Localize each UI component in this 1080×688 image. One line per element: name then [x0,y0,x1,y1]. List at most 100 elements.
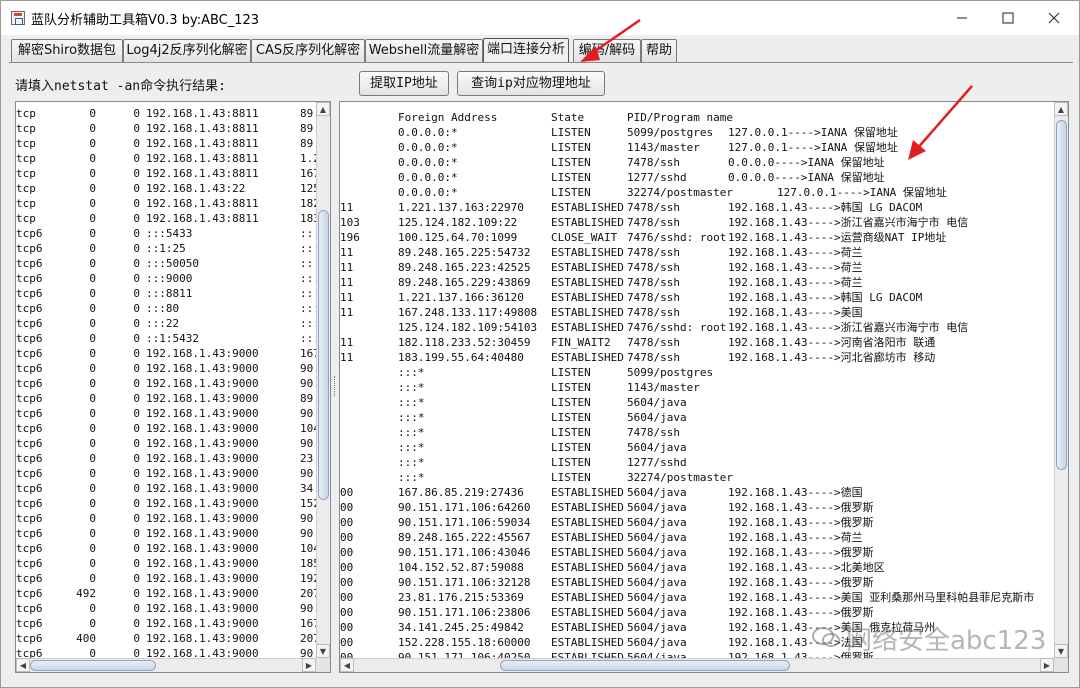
scroll-down-icon[interactable]: ▼ [316,644,330,658]
connection-row: 11 183.199.55.64:40480 ESTABLISHED 7478/ssh… [340,350,1054,365]
foreign-address-cell: :::* [398,381,425,394]
sendq-cell: 0 [133,452,140,465]
sendq-cell: 0 [133,317,140,330]
netstat-line: tcp600192.168.1.43:9000167 [16,616,316,631]
location-result-cell: 192.168.1.43---->荷兰 [728,531,863,544]
pid-program-cell: 5604/java [627,516,687,529]
foreign-address-cell: :::* [398,366,425,379]
query-ip-location-button[interactable]: 查询ip对应物理地址 [457,71,605,96]
state-cell: ESTABLISHED [551,591,624,604]
tab-webshell-decrypt[interactable]: Webshell流量解密 [365,39,483,63]
sendq-cell: 0 [133,137,140,150]
netstat-line: tcp600:::8811::: [16,286,316,301]
location-result-cell: 192.168.1.43---->法国 [728,636,863,649]
netstat-line: tcp600:::22::: [16,316,316,331]
state-cell: ESTABLISHED [551,576,624,589]
sendq-cell: 0 [133,467,140,480]
state-cell: LISTEN [551,141,591,154]
netstat-line: tcp600:::9000::: [16,271,316,286]
foreign-address-cell: 90.151.171.106:32128 [398,576,531,589]
sendq-cell: 0 [133,182,140,195]
divider-grip-icon[interactable] [334,376,336,396]
netstat-line: tcp600192.168.1.43:9000192 [16,571,316,586]
foreign-address-cell: 23.81.176.215:53369 [398,591,524,604]
pid-program-cell: 5099/postgres [627,126,714,139]
tab-encode-decode[interactable]: 编码/解码 [573,39,641,63]
location-result-cell: 192.168.1.43---->俄罗斯 [728,516,874,529]
state-cell: LISTEN [551,471,591,484]
scroll-thumb[interactable] [500,660,790,671]
state-cell: LISTEN [551,396,591,409]
local-address-cell: 192.168.1.43:9000 [146,422,259,435]
state-cell: ESTABLISHED [551,546,624,559]
foreign-address-cell: 100.125.64.70:1099 [398,231,518,244]
pid-program-cell: 5604/java [627,531,687,544]
right-horizontal-scrollbar[interactable]: ◀ ▶ [340,658,1054,672]
netstat-line: tcp600:::50050::: [16,256,316,271]
netstat-line: tcp64000192.168.1.43:9000207 [16,631,316,646]
scroll-thumb[interactable] [30,660,156,671]
scroll-up-icon[interactable]: ▲ [316,102,330,116]
local-address-cell: 192.168.1.43:9000 [146,392,259,405]
state-cell: ESTABLISHED [551,306,624,319]
foreign-address-cell: :::* [398,471,425,484]
scroll-thumb[interactable] [1056,120,1067,470]
scroll-up-icon[interactable]: ▲ [1054,102,1068,116]
extract-ip-button[interactable]: 提取IP地址 [359,71,449,96]
watermark-text: 网络安全abc123 [846,626,1047,656]
scroll-right-icon[interactable]: ▶ [1040,658,1054,672]
prefix-cell: 00 [340,606,354,619]
sendq-cell: 0 [133,362,140,375]
tab-shiro-decrypt[interactable]: 解密Shiro数据包 [11,39,123,63]
local-address-cell: 192.168.1.43:8811 [146,122,259,135]
scroll-right-icon[interactable]: ▶ [302,658,316,672]
local-address-cell: 192.168.1.43:22 [146,182,246,195]
state-cell: ESTABLISHED [551,276,624,289]
state-cell: ESTABLISHED [551,291,624,304]
tab-log4j2-decrypt[interactable]: Log4j2反序列化解密 [123,39,251,63]
foreign-address-cell: ::: [300,272,316,285]
prefix-cell: 00 [340,501,354,514]
scroll-thumb[interactable] [318,210,329,500]
netstat-line: tcp600192.168.1.43:900090. [16,436,316,451]
right-vertical-scrollbar[interactable]: ▲ ▼ [1054,102,1068,658]
connection-row: 00 104.152.52.87:59088 ESTABLISHED 5604/jav… [340,560,1054,575]
foreign-address-cell: 90. [300,602,316,615]
connection-row: 00 23.81.176.215:53369 ESTABLISHED 5604/jav… [340,590,1054,605]
netstat-input-textarea[interactable]: tcp00192.168.1.43:881189.tcp00192.168.1.… [15,101,331,673]
scroll-left-icon[interactable]: ◀ [16,658,30,672]
foreign-address-cell: 192 [300,572,316,585]
pid-program-cell: 5604/java [627,396,687,409]
scroll-down-icon[interactable]: ▼ [1054,644,1068,658]
tab-help[interactable]: 帮助 [641,39,677,63]
minimize-button[interactable] [939,1,985,35]
left-vertical-scrollbar[interactable]: ▲ ▼ [316,102,330,658]
sendq-cell: 0 [133,167,140,180]
tab-cas-decrypt[interactable]: CAS反序列化解密 [251,39,365,63]
foreign-address-cell: 207 [300,632,316,645]
connection-row: 00 167.86.85.219:27436 ESTABLISHED 5604/jav… [340,485,1054,500]
analysis-output-textarea[interactable]: Foreign Address State PID/Program name 0… [339,101,1069,673]
left-horizontal-scrollbar[interactable]: ◀ ▶ [16,658,316,672]
location-result-cell: 0.0.0.0---->IANA 保留地址 [728,156,885,169]
sendq-cell: 0 [133,602,140,615]
tab-port-connection-analysis[interactable]: 端口连接分析 [483,38,569,63]
netstat-line: tcp600192.168.1.43:9000104 [16,541,316,556]
foreign-address-cell: 89. [300,122,316,135]
foreign-address-cell: 89.248.165.225:54732 [398,246,531,259]
foreign-address-cell: 90. [300,407,316,420]
sendq-cell: 0 [133,122,140,135]
wechat-logo-icon [812,627,840,647]
close-button[interactable] [1031,1,1077,35]
sendq-cell: 0 [133,332,140,345]
foreign-address-cell: ::: [300,287,316,300]
foreign-address-cell: 125 [300,182,316,195]
pid-program-cell: 1143/master [627,141,700,154]
maximize-button[interactable] [985,1,1031,35]
connection-row: 0.0.0.0:* LISTEN 5099/postgres 127.0.0.1---… [340,125,1054,140]
scroll-left-icon[interactable]: ◀ [340,658,354,672]
local-address-cell: 192.168.1.43:9000 [146,527,259,540]
location-result-cell: 192.168.1.43---->美国 [728,306,863,319]
foreign-address-cell: 34.141.245.25:49842 [398,621,524,634]
location-result-cell: 192.168.1.43---->韩国 LG DACOM [728,201,923,214]
